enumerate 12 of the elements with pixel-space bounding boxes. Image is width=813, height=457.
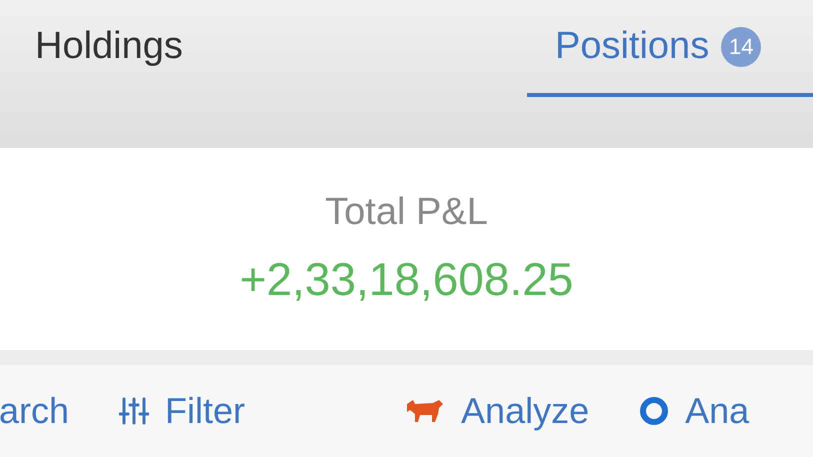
analyze-button[interactable]: Analyze bbox=[405, 384, 590, 438]
analyze-button[interactable]: Ana bbox=[639, 384, 750, 438]
search-button[interactable]: arch bbox=[0, 384, 70, 438]
pnl-label: Total P&L bbox=[325, 190, 488, 235]
tab[interactable]: Holdings bbox=[0, 0, 527, 97]
count-badge: 14 bbox=[721, 26, 762, 66]
tab[interactable]: Positions 14 bbox=[527, 0, 813, 97]
pnl-value: +2,33,18,608.25 bbox=[240, 252, 574, 307]
bull-icon bbox=[405, 398, 446, 424]
filter-button[interactable]: Filter bbox=[119, 384, 246, 438]
ring-icon bbox=[639, 396, 670, 426]
sliders-icon bbox=[119, 396, 150, 426]
